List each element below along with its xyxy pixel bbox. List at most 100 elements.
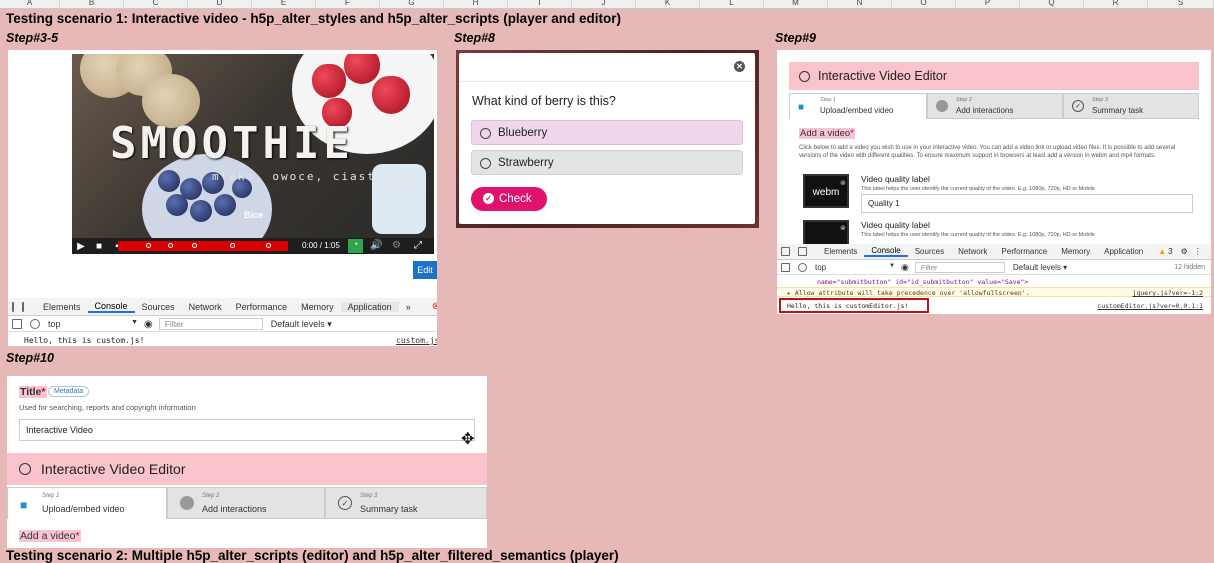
clear-console-icon[interactable] xyxy=(30,319,40,329)
quality-input[interactable]: Quality 1 xyxy=(861,194,1193,213)
eye-icon[interactable]: ◉ xyxy=(901,262,909,273)
log-levels-select[interactable]: Default levels ▾ xyxy=(1013,263,1067,272)
column-f[interactable]: F xyxy=(316,0,380,8)
tab-step-number: Step 2 xyxy=(202,493,220,499)
devtools-tab-memory[interactable]: Memory xyxy=(1054,247,1097,256)
close-icon[interactable]: ✕ xyxy=(734,61,745,72)
highlight-box: Hello, this is customEditor.js! xyxy=(779,298,929,313)
remove-icon[interactable]: ⊗ xyxy=(840,224,846,232)
answer-option-strawberry[interactable]: Strawberry xyxy=(471,150,743,175)
column-r[interactable]: R xyxy=(1084,0,1148,8)
eye-icon[interactable]: ◉ xyxy=(144,319,153,330)
interaction-marker[interactable] xyxy=(168,243,173,248)
tab-upload-video[interactable]: ■ Step 1 Upload/embed video xyxy=(789,93,927,119)
settings-gear-icon[interactable]: ⚙ xyxy=(1181,247,1188,256)
bookmark-icon[interactable]: ■ xyxy=(90,241,108,252)
context-select[interactable]: top ▼ xyxy=(48,319,138,329)
devtools-tab-sources[interactable]: Sources xyxy=(135,302,182,312)
settings-gear-icon[interactable]: ⚙ xyxy=(392,240,401,251)
column-m[interactable]: M xyxy=(764,0,828,8)
console-filter-input[interactable]: Filter xyxy=(158,318,263,330)
column-l[interactable]: L xyxy=(700,0,764,8)
console-source-link[interactable]: custom.js xyxy=(396,336,437,345)
screenshot-question: ✕ What kind of berry is this? Blueberry … xyxy=(456,50,759,228)
more-options-icon[interactable]: ⋮ xyxy=(1194,247,1202,256)
column-i[interactable]: I xyxy=(508,0,572,8)
column-q[interactable]: Q xyxy=(1020,0,1084,8)
strawberry-image xyxy=(312,64,346,98)
console-line-markup: name="submitbutton" id="id_submitbutton"… xyxy=(817,278,1029,286)
devtools-tab-network[interactable]: Network xyxy=(182,302,229,312)
inspect-icon[interactable] xyxy=(12,301,14,312)
devtools-tab-console[interactable]: Console xyxy=(87,301,135,313)
video-progress-bar[interactable] xyxy=(118,241,288,251)
clear-console-icon[interactable] xyxy=(798,263,807,272)
interaction-marker[interactable] xyxy=(230,243,235,248)
context-select[interactable]: top ▼ xyxy=(815,263,895,272)
log-levels-select[interactable]: Default levels ▾ xyxy=(271,319,332,330)
column-a[interactable]: A xyxy=(0,0,60,8)
volume-icon[interactable]: 🔊 xyxy=(370,240,382,251)
devtools-tab-application[interactable]: Application xyxy=(1097,247,1150,256)
devtools-tab-performance[interactable]: Performance xyxy=(994,247,1054,256)
column-n[interactable]: N xyxy=(828,0,892,8)
edit-button[interactable]: Edit xyxy=(413,261,437,279)
column-b[interactable]: B xyxy=(60,0,124,8)
devtools-tab-console[interactable]: Console xyxy=(864,246,908,257)
devtools-tabs: Elements Console Sources Network Perform… xyxy=(8,298,437,316)
step-label-3-5: Step#3-5 xyxy=(6,31,59,45)
answer-option-blueberry[interactable]: Blueberry xyxy=(471,120,743,145)
tab-upload-video[interactable]: ■ Step 1 Upload/embed video xyxy=(7,487,167,519)
column-c[interactable]: C xyxy=(124,0,188,8)
column-d[interactable]: D xyxy=(188,0,252,8)
device-toolbar-icon[interactable] xyxy=(798,247,807,256)
play-icon[interactable]: ▶ xyxy=(72,241,90,252)
column-o[interactable]: O xyxy=(892,0,956,8)
warning-icon[interactable]: ▲ xyxy=(1158,247,1166,256)
editor-title: Interactive Video Editor xyxy=(818,69,948,83)
console-source-link[interactable]: customEditor.js?ver=0.0.1:1 xyxy=(1097,302,1203,310)
tab-summary-task[interactable]: ✓ Step 3 Summary task xyxy=(1063,93,1199,119)
column-h[interactable]: H xyxy=(444,0,508,8)
interaction-marker[interactable] xyxy=(266,243,271,248)
column-j[interactable]: J xyxy=(572,0,636,8)
tab-add-interactions[interactable]: Step 2 Add interactions xyxy=(927,93,1063,119)
devtools-tab-performance[interactable]: Performance xyxy=(229,302,295,312)
tab-label: Add interactions xyxy=(956,106,1014,115)
metadata-button[interactable]: Metadata xyxy=(48,386,90,397)
interaction-marker[interactable] xyxy=(146,243,151,248)
inspect-icon[interactable] xyxy=(781,247,790,256)
column-s[interactable]: S xyxy=(1148,0,1214,8)
error-icon[interactable]: ⊗ xyxy=(432,301,437,312)
video-player[interactable]: SMOOTHIE mleko, owoce, ciasteczka Bice ▶… xyxy=(72,54,434,254)
interaction-marker[interactable] xyxy=(192,243,197,248)
console-filter-input[interactable]: Filter xyxy=(914,262,1005,273)
tab-summary-task[interactable]: ✓ Step 3 Summary task xyxy=(325,487,487,519)
devtools-tab-sources[interactable]: Sources xyxy=(908,247,951,256)
title-input[interactable]: Interactive Video xyxy=(19,419,475,441)
step-label-8: Step#8 xyxy=(454,31,495,45)
devtools-tab-elements[interactable]: Elements xyxy=(817,247,864,256)
devtools-more-tabs[interactable]: » xyxy=(399,302,418,312)
devtools-tab-memory[interactable]: Memory xyxy=(294,302,341,312)
check-button[interactable]: ✓ Check xyxy=(471,187,547,211)
devtools-tab-application[interactable]: Application xyxy=(340,301,399,312)
device-toolbar-icon[interactable] xyxy=(22,301,24,312)
tab-step-number: Step 3 xyxy=(1092,97,1108,103)
speed-icon[interactable]: ◔ xyxy=(348,239,363,253)
console-warning-source[interactable]: jquery.js?ver=-1:2 xyxy=(1133,289,1203,297)
column-p[interactable]: P xyxy=(956,0,1020,8)
column-g[interactable]: G xyxy=(380,0,444,8)
devtools-tab-elements[interactable]: Elements xyxy=(36,302,88,312)
tab-add-interactions[interactable]: Step 2 Add interactions xyxy=(167,487,325,519)
sidebar-toggle-icon[interactable] xyxy=(781,263,790,272)
remove-icon[interactable]: ⊗ xyxy=(840,179,846,187)
add-video-label: Add a video* xyxy=(799,128,855,139)
tab-label: Add interactions xyxy=(202,504,267,514)
tab-label: Upload/embed video xyxy=(820,106,894,115)
sidebar-toggle-icon[interactable] xyxy=(12,319,22,329)
column-k[interactable]: K xyxy=(636,0,700,8)
fullscreen-icon[interactable]: ⤢ xyxy=(414,240,422,251)
devtools-tab-network[interactable]: Network xyxy=(951,247,994,256)
column-e[interactable]: E xyxy=(252,0,316,8)
